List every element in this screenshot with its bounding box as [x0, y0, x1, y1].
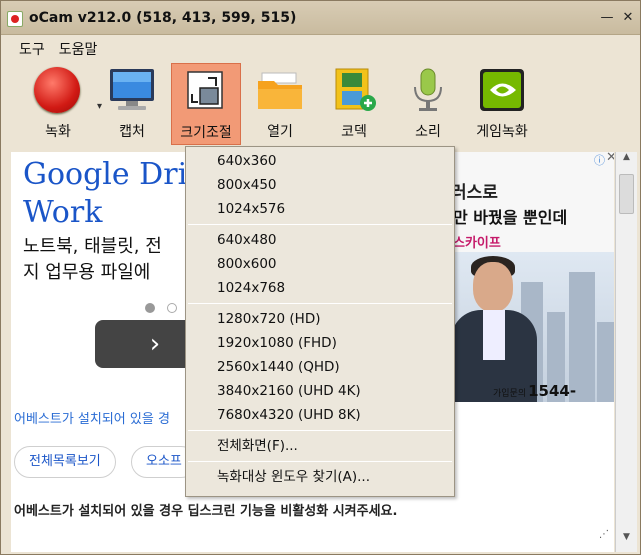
menu-item-1024x576[interactable]: 1024x576 — [186, 197, 454, 221]
carousel-dots — [145, 298, 189, 317]
title-bar[interactable]: oCam v212.0 (518, 413, 599, 515) — ✕ — [1, 1, 640, 35]
capture-button[interactable]: 캡처 — [97, 63, 167, 145]
full-list-button[interactable]: 전체목록보기 — [14, 446, 116, 478]
menu-item-1280x720[interactable]: 1280x720 (HD) — [186, 307, 454, 331]
resize-dropdown-menu: 640x360 800x450 1024x576 640x480 800x600… — [185, 146, 455, 497]
scroll-down-icon[interactable]: ▼ — [616, 532, 637, 552]
ad-link[interactable]: 어베스트가 설치되어 있을 경 — [14, 408, 170, 427]
menu-tools[interactable]: 도구 — [19, 39, 45, 59]
menu-item-3840x2160[interactable]: 3840x2160 (UHD 4K) — [186, 379, 454, 403]
banner-line2: 만 바꿨을 뿐인데 — [453, 208, 568, 227]
open-button[interactable]: 열기 — [245, 63, 315, 145]
adchoices-icon[interactable]: ⓘ — [594, 152, 605, 168]
banner-line1: 러스로 — [451, 183, 498, 203]
ad-body: 노트북, 태블릿, 전 지 업무용 파일에 — [23, 234, 162, 286]
vertical-scrollbar[interactable]: ▲ ▼ — [615, 152, 637, 552]
menu-separator — [188, 303, 452, 304]
menu-separator — [188, 461, 452, 462]
ocam-window: oCam v212.0 (518, 413, 599, 515) — ✕ 도구 … — [0, 0, 641, 555]
game-record-label: 게임녹화 — [476, 124, 528, 140]
menu-item-find-window[interactable]: 녹화대상 윈도우 찾기(A)... — [186, 465, 454, 489]
capture-label: 캡처 — [119, 124, 145, 140]
scroll-up-icon[interactable]: ▲ — [616, 152, 637, 172]
ad-body-line1: 노트북, 태블릿, 전 — [23, 236, 162, 257]
ad-link-text: 어베스트가 설치되어 있을 경 — [14, 412, 170, 427]
menu-item-fullscreen[interactable]: 전체화면(F)... — [186, 434, 454, 458]
minimize-button[interactable]: — — [599, 10, 615, 26]
menu-item-7680x4320[interactable]: 7680x4320 (UHD 8K) — [186, 403, 454, 427]
menu-item-800x450[interactable]: 800x450 — [186, 173, 454, 197]
resize-icon — [182, 68, 230, 114]
menu-item-1024x768[interactable]: 1024x768 — [186, 276, 454, 300]
ad-body-line2: 지 업무용 파일에 — [23, 262, 151, 283]
record-icon — [34, 67, 82, 113]
open-label: 열기 — [267, 124, 293, 140]
banner-line3: 스카이프 — [453, 236, 501, 251]
ad-close-icon[interactable]: ✕ — [606, 152, 614, 165]
nvidia-icon — [478, 67, 526, 113]
record-button[interactable]: 녹화 — [23, 63, 93, 145]
carousel-dot[interactable] — [167, 303, 177, 313]
menu-item-1920x1080[interactable]: 1920x1080 (FHD) — [186, 331, 454, 355]
close-button[interactable]: ✕ — [620, 10, 636, 26]
resize-button[interactable]: 크기조절 — [171, 63, 241, 145]
carousel-dot-active[interactable] — [145, 303, 155, 313]
record-label: 녹화 — [45, 124, 71, 140]
menu-help[interactable]: 도움말 — [59, 39, 98, 59]
resize-grip-icon[interactable]: ⋰ — [599, 529, 613, 543]
window-title: oCam v212.0 (518, 413, 599, 515) — [29, 10, 297, 26]
menu-bar: 도구 도움말 — [1, 35, 640, 63]
sound-button[interactable]: 소리 — [393, 63, 463, 145]
menu-item-640x480[interactable]: 640x480 — [186, 228, 454, 252]
sound-label: 소리 — [415, 124, 441, 140]
menu-item-640x360[interactable]: 640x360 — [186, 149, 454, 173]
banner-ad-image[interactable]: 러스로 만 바꿨을 뿐인데 스카이프 가입문의1544-0001 — [451, 152, 614, 402]
banner-phone: 가입문의1544-0001 — [493, 382, 577, 402]
scroll-thumb[interactable] — [619, 174, 634, 214]
menu-separator — [188, 430, 452, 431]
ocam-app-icon — [7, 11, 23, 27]
folder-icon — [256, 67, 304, 113]
menu-item-2560x1440[interactable]: 2560x1440 (QHD) — [186, 355, 454, 379]
codec-label: 코덱 — [341, 124, 367, 140]
codec-button[interactable]: 코덱 — [319, 63, 389, 145]
microphone-icon — [404, 67, 452, 113]
film-codec-icon — [330, 67, 378, 113]
toolbar: 녹화 ▾ 캡처 크기조절 열기 코덱 소리 게임녹화 — [1, 63, 640, 153]
menu-item-800x600[interactable]: 800x600 — [186, 252, 454, 276]
game-record-button[interactable]: 게임녹화 — [467, 63, 537, 145]
monitor-icon — [108, 67, 156, 113]
resize-label: 크기조절 — [180, 125, 232, 141]
avast-notice: 어베스트가 설치되어 있을 경우 딥스크린 기능을 비활성화 시켜주세요. — [14, 504, 398, 519]
menu-separator — [188, 224, 452, 225]
